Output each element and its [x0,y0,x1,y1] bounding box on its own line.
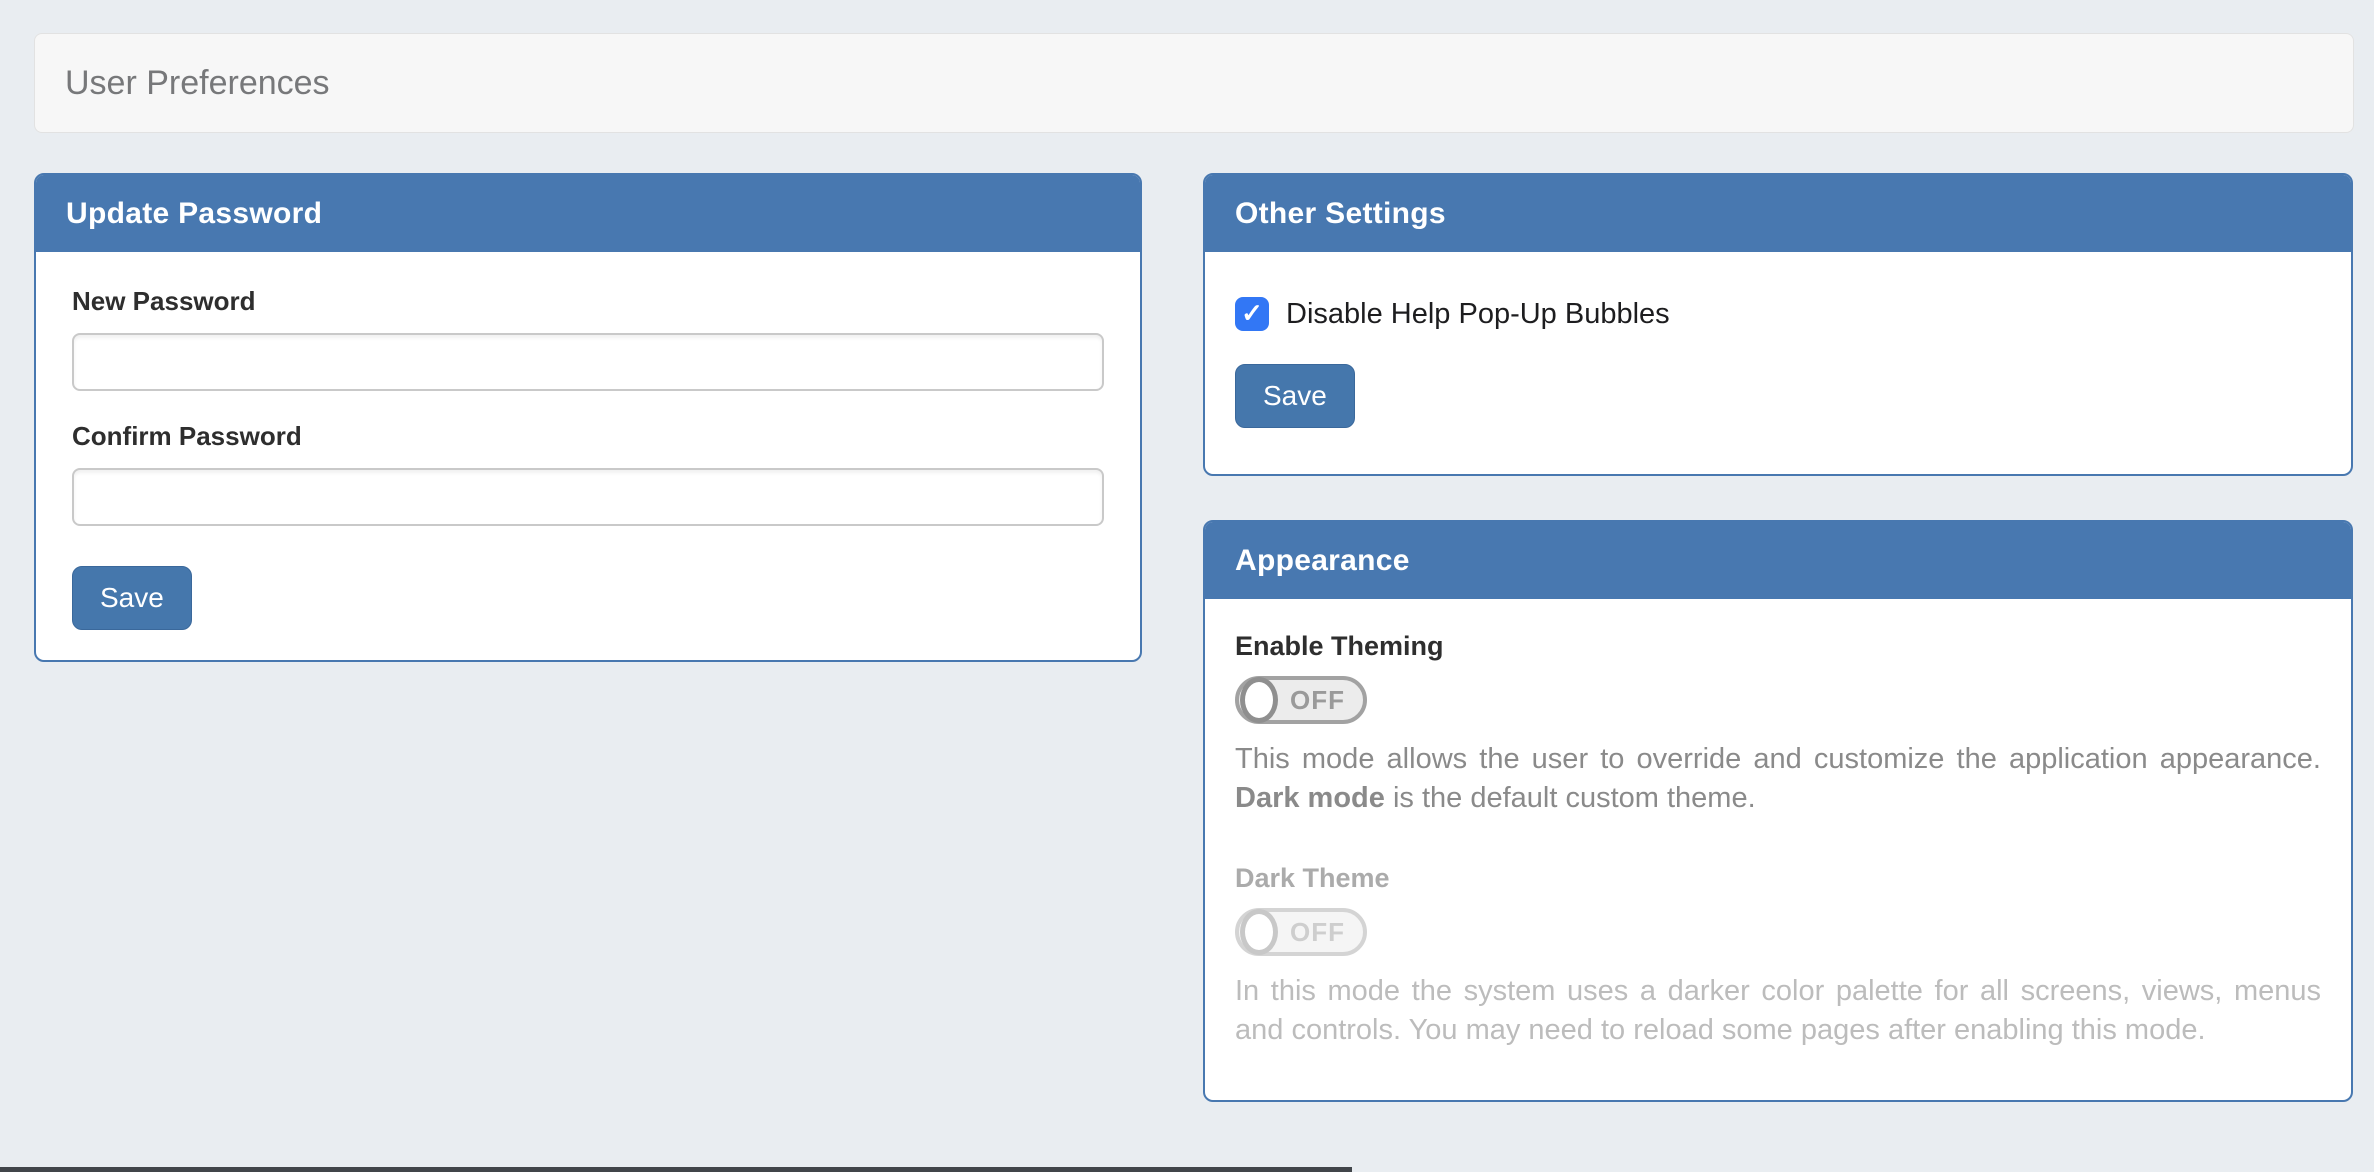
disable-help-popups-checkbox[interactable]: ✓ [1235,297,1269,331]
confirm-password-input[interactable] [72,468,1104,526]
update-password-panel-body: New Password Confirm Password Save [36,252,1140,630]
page-title: User Preferences [65,64,330,103]
other-settings-panel: Other Settings ✓ Disable Help Pop-Up Bub… [1203,173,2353,476]
enable-theming-description: This mode allows the user to override an… [1235,740,2321,817]
disable-help-popups-row: ✓ Disable Help Pop-Up Bubbles [1235,297,2321,331]
update-password-save-button[interactable]: Save [72,566,192,630]
toggle-knob-icon [1240,909,1278,955]
panels-row: Update Password New Password Confirm Pas… [34,173,2354,1102]
other-settings-panel-header: Other Settings [1205,175,2351,252]
dark-theme-description: In this mode the system uses a darker co… [1235,972,2321,1049]
enable-theming-label: Enable Theming [1235,631,2321,662]
enable-theming-toggle-state: OFF [1290,685,1345,716]
other-settings-save-button[interactable]: Save [1235,364,1355,428]
appearance-panel: Appearance Enable Theming OFF This mode … [1203,520,2353,1102]
update-password-panel-header: Update Password [36,175,1140,252]
appearance-panel-body: Enable Theming OFF This mode allows the … [1205,599,2351,1049]
dark-theme-label: Dark Theme [1235,863,2321,894]
right-column: Other Settings ✓ Disable Help Pop-Up Bub… [1203,173,2353,1102]
enable-theming-toggle[interactable]: OFF [1235,676,1367,724]
disable-help-popups-label[interactable]: Disable Help Pop-Up Bubbles [1286,298,1670,331]
page-header: User Preferences [34,33,2354,133]
enable-theming-description-part2: is the default custom theme. [1385,782,1756,814]
dark-theme-group: Dark Theme OFF In this mode the system u… [1235,863,2321,1049]
new-password-input[interactable] [72,333,1104,391]
page-content: User Preferences Update Password New Pas… [34,33,2354,1102]
update-password-panel: Update Password New Password Confirm Pas… [34,173,1142,662]
checkmark-icon: ✓ [1241,300,1263,326]
enable-theming-description-bold: Dark mode [1235,782,1385,814]
other-settings-panel-title: Other Settings [1235,197,1446,231]
new-password-label: New Password [72,286,1104,317]
appearance-panel-title: Appearance [1235,544,1410,578]
dark-theme-toggle: OFF [1235,908,1367,956]
window-bottom-edge [0,1167,1352,1172]
confirm-password-label: Confirm Password [72,421,1104,452]
dark-theme-toggle-state: OFF [1290,917,1345,948]
toggle-knob-icon [1240,677,1278,723]
update-password-panel-title: Update Password [66,197,322,231]
appearance-panel-header: Appearance [1205,522,2351,599]
other-settings-panel-body: ✓ Disable Help Pop-Up Bubbles Save [1205,252,2351,428]
enable-theming-group: Enable Theming OFF This mode allows the … [1235,631,2321,817]
enable-theming-description-part1: This mode allows the user to override an… [1235,743,2321,775]
left-column: Update Password New Password Confirm Pas… [34,173,1142,662]
